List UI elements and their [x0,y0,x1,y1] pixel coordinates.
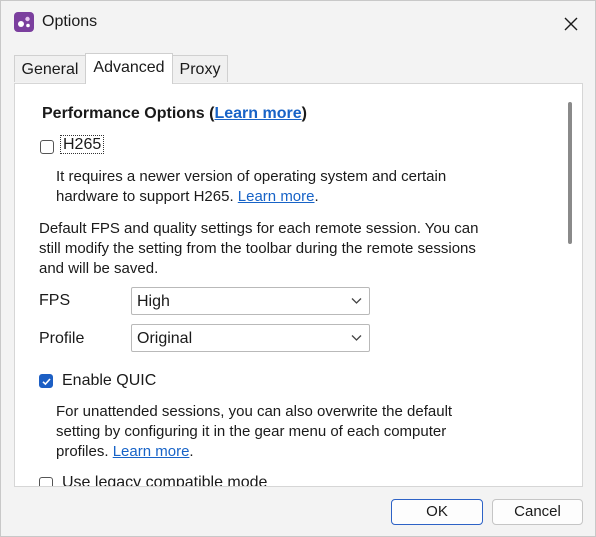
quic-desc-line-1: For unattended sessions, you can also ov… [56,403,453,420]
fps-intro-text: Default FPS and quality settings for eac… [39,219,478,279]
legacy-mode-label[interactable]: Use legacy compatible mode [62,474,267,486]
quic-desc-line-3-text: profiles. [56,443,109,460]
fps-intro-line-2: still modify the setting from the toolba… [39,240,476,257]
quic-period: . [189,443,194,460]
tab-general[interactable]: General [14,55,86,82]
heading-learn-more-link[interactable]: Learn more [214,105,301,122]
quic-desc-line-3: profiles. Learn more. [56,442,452,462]
quic-description: For unattended sessions, you can also ov… [56,402,452,462]
fps-intro-line-1: Default FPS and quality settings for eac… [39,220,479,237]
chevron-down-icon [351,298,362,304]
h265-label-text: H265 [60,135,105,154]
fps-select-value: High [137,293,170,310]
title-bar: Options [1,1,595,45]
quic-learn-more-link[interactable]: Learn more [113,443,190,460]
h265-learn-more-link[interactable]: Learn more [238,188,315,205]
h265-desc-line-1: It requires a newer version of operating… [56,168,447,185]
app-logo-icon [14,12,34,32]
h265-desc-line-2: hardware to support H265. Learn more. [56,187,446,207]
advanced-panel: Performance Options (Learn more) H265 It… [14,83,583,487]
fps-select[interactable]: High [131,287,370,315]
ok-button[interactable]: OK [391,499,483,525]
h265-label[interactable]: H265 [60,135,105,154]
h265-description: It requires a newer version of operating… [56,167,446,207]
fps-intro-line-3: and will be saved. [39,260,159,277]
enable-quic-label[interactable]: Enable QUIC [62,372,156,390]
tab-advanced[interactable]: Advanced [85,53,173,84]
h265-desc-line-2-text: hardware to support H265. [56,188,234,205]
checkmark-icon [41,377,51,385]
profile-select[interactable]: Original [131,324,370,352]
performance-options-heading: Performance Options (Learn more) [42,105,307,123]
profile-select-value: Original [137,330,193,347]
close-icon [564,17,578,31]
enable-quic-checkbox[interactable] [39,374,53,388]
chevron-down-icon [351,335,362,341]
window-title: Options [42,13,98,30]
fps-label: FPS [39,292,71,309]
tab-proxy[interactable]: Proxy [172,55,228,82]
close-button[interactable] [555,9,587,39]
profile-label: Profile [39,330,85,347]
cancel-button[interactable]: Cancel [492,499,583,525]
options-dialog: Options General Advanced Proxy Performan… [0,0,596,537]
heading-suffix: ) [301,105,307,122]
quic-desc-line-2: setting by configuring it in the gear me… [56,423,447,440]
h265-period: . [314,188,319,205]
legacy-mode-checkbox[interactable] [39,477,53,486]
heading-prefix: Performance Options ( [42,105,215,122]
h265-checkbox[interactable] [40,140,54,154]
panel-scrollbar[interactable] [568,102,572,244]
